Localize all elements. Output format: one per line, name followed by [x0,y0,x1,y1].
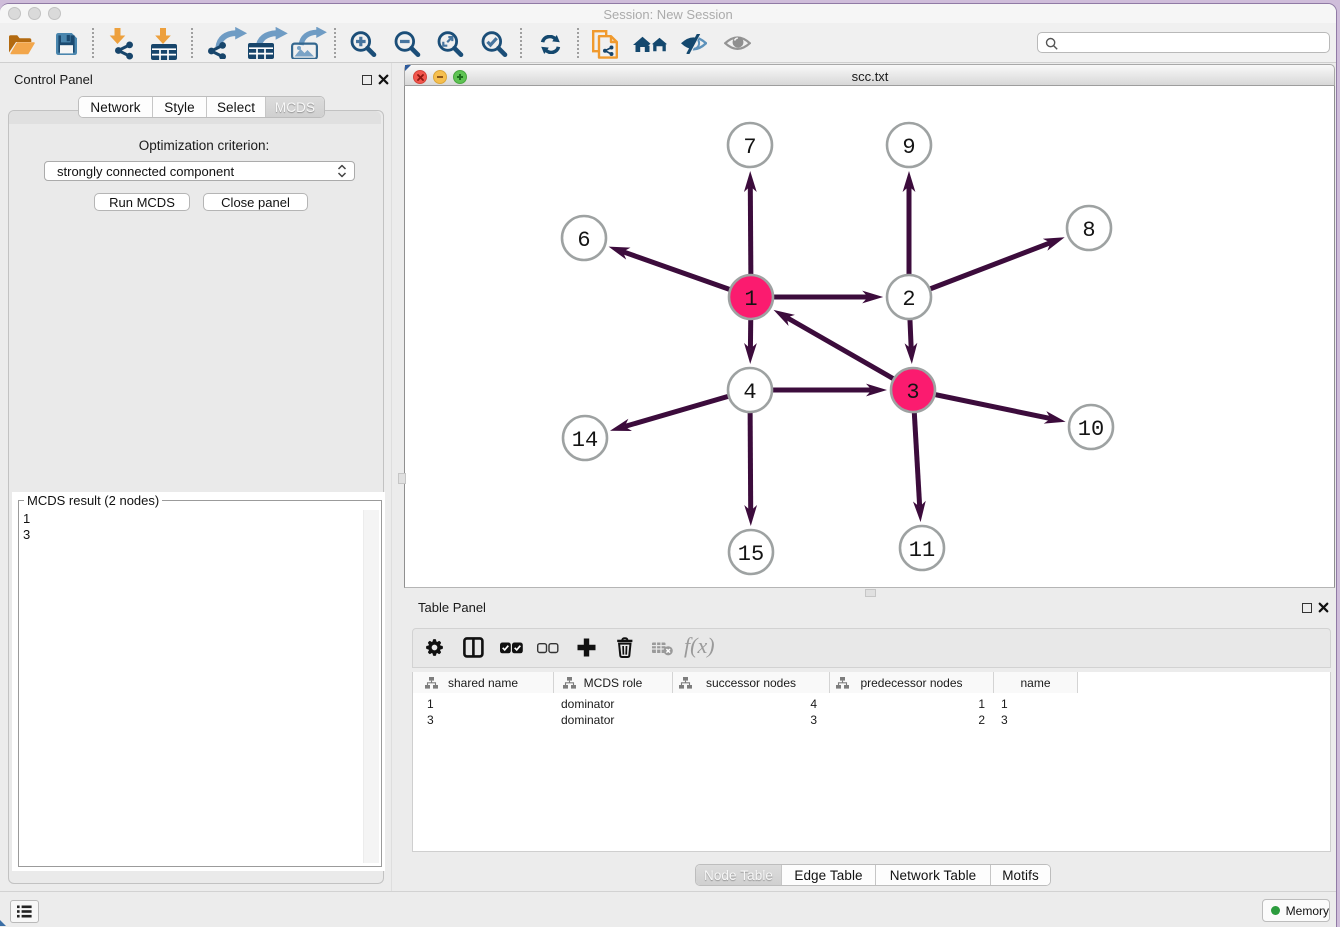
svg-text:3: 3 [906,380,919,405]
svg-text:10: 10 [1078,417,1104,442]
svg-text:6: 6 [577,228,590,253]
svg-text:7: 7 [743,135,756,160]
svg-text:2: 2 [902,287,915,312]
svg-text:11: 11 [909,538,935,563]
svg-text:9: 9 [902,135,915,160]
svg-text:14: 14 [572,428,598,453]
svg-text:8: 8 [1082,218,1095,243]
svg-text:4: 4 [743,380,756,405]
svg-text:1: 1 [744,287,757,312]
svg-text:15: 15 [738,542,764,567]
